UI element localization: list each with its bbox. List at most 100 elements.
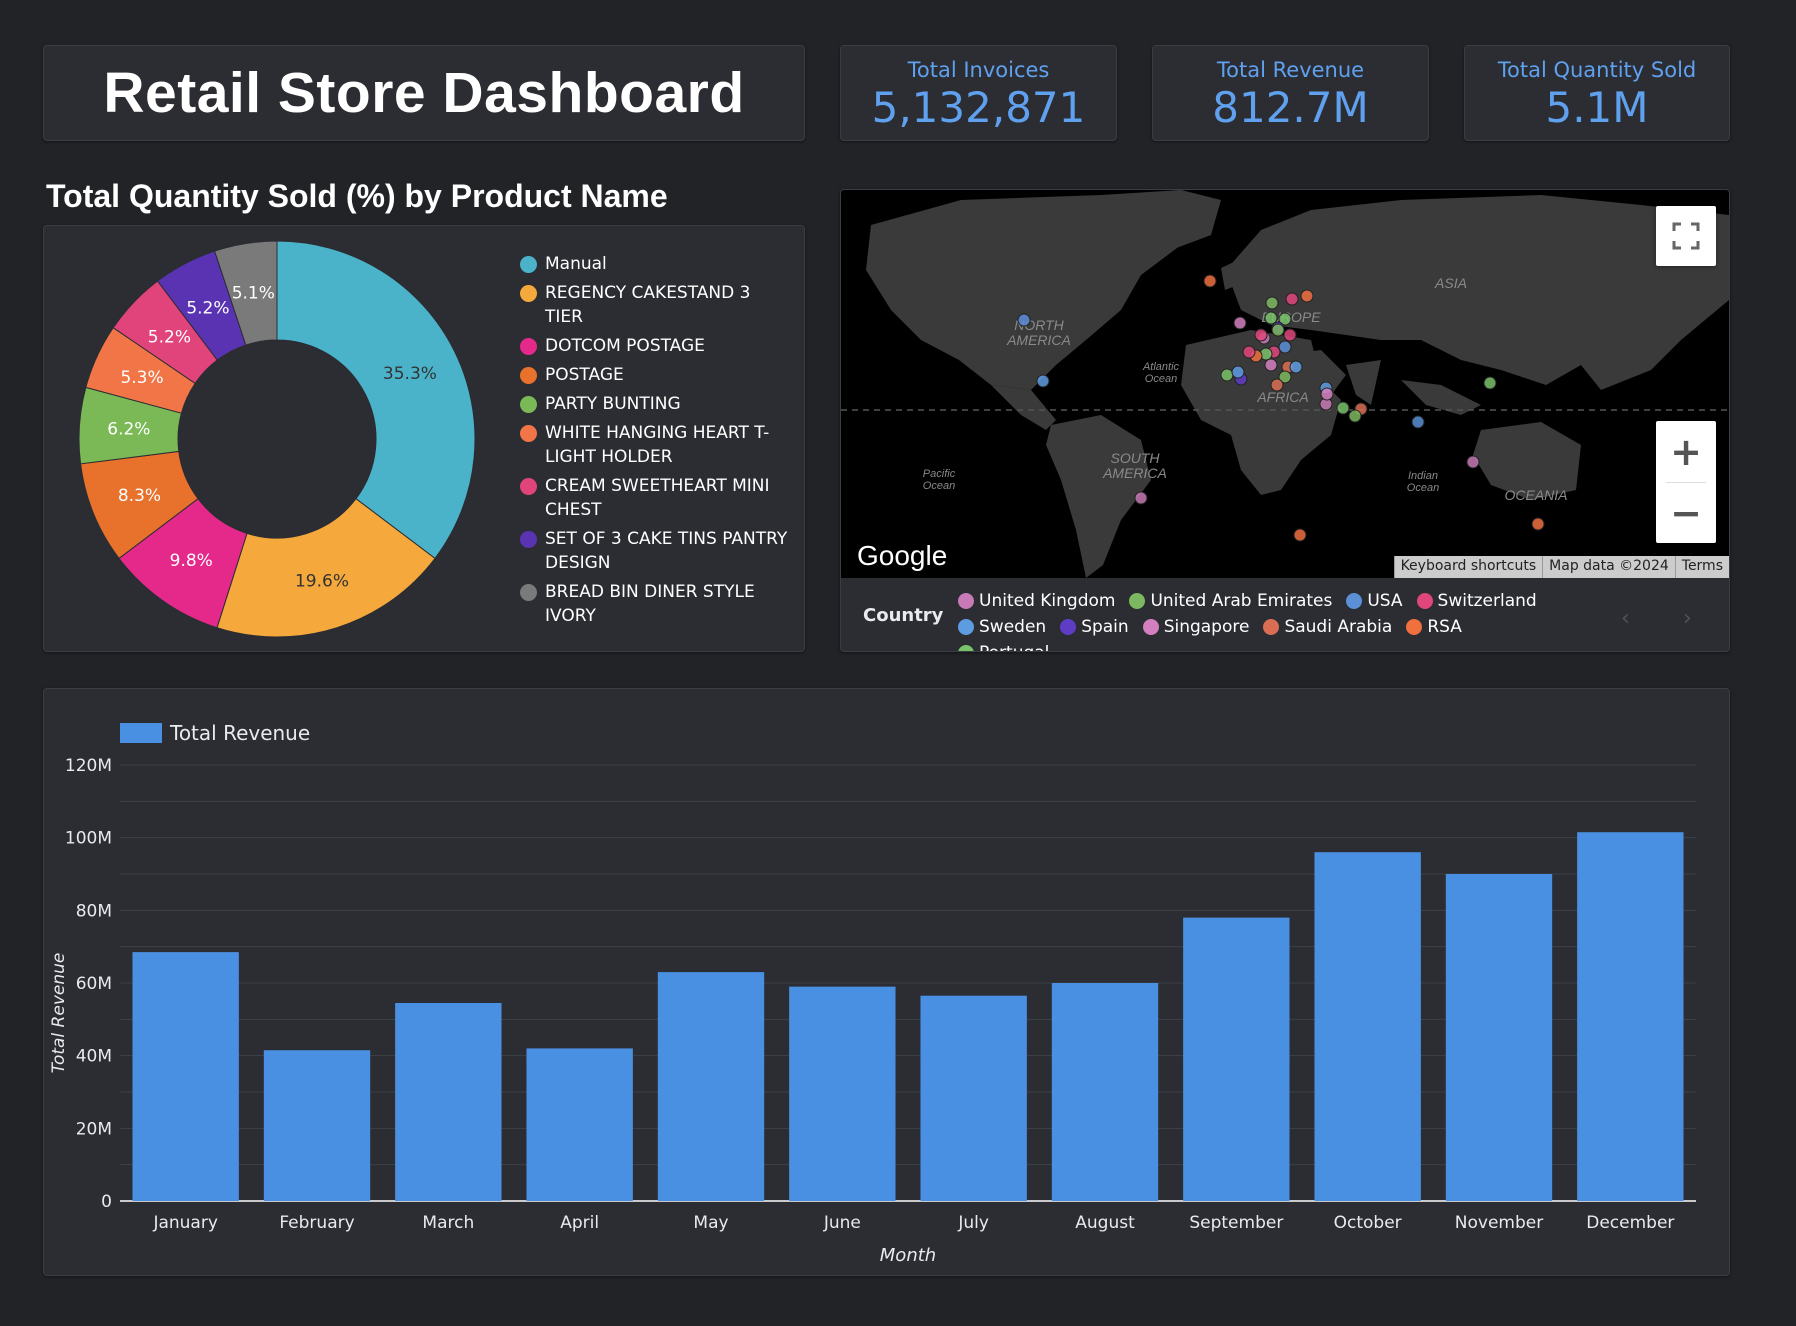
- country-legend-item[interactable]: United Arab Emirates: [1129, 588, 1332, 614]
- fullscreen-button[interactable]: [1656, 206, 1716, 266]
- bar[interactable]: [1445, 874, 1553, 1201]
- pie-legend-item[interactable]: POSTAGE: [520, 363, 790, 387]
- bar[interactable]: [657, 972, 765, 1201]
- pie-legend-item[interactable]: SET OF 3 CAKE TINS PANTRY DESIGN: [520, 527, 790, 575]
- country-legend-item[interactable]: United Kingdom: [958, 588, 1115, 614]
- map-marker[interactable]: [1285, 292, 1299, 306]
- map-marker[interactable]: [1483, 376, 1497, 390]
- legend-swatch: [1346, 593, 1363, 609]
- map-marker[interactable]: [1220, 368, 1234, 382]
- map-marker[interactable]: [1283, 328, 1297, 342]
- map-marker[interactable]: [1017, 313, 1031, 327]
- zoom-control: + −: [1656, 421, 1716, 543]
- bar[interactable]: [526, 1048, 633, 1201]
- zoom-in-button[interactable]: +: [1656, 422, 1716, 482]
- pie-legend-item[interactable]: BREAD BIN DINER STYLE IVORY: [520, 580, 790, 628]
- pie-slice-label: 5.3%: [120, 368, 163, 388]
- map-marker[interactable]: [1233, 316, 1247, 330]
- kpi-label: Total Quantity Sold: [1497, 58, 1697, 82]
- y-tick-label: 60M: [76, 974, 112, 994]
- country-name: Spain: [1081, 617, 1129, 637]
- bar[interactable]: [263, 1050, 371, 1201]
- kpi-value: 5,132,871: [871, 83, 1086, 132]
- world-map[interactable]: NORTHAMERICAASIAEUROPEAFRICASOUTHAMERICA…: [841, 190, 1729, 578]
- map-marker[interactable]: [1411, 415, 1425, 429]
- map-marker[interactable]: [1134, 491, 1148, 505]
- x-tick-label: April: [560, 1213, 599, 1233]
- country-name: Portugal: [979, 643, 1049, 651]
- bar[interactable]: [1577, 832, 1684, 1201]
- map-marker[interactable]: [1271, 323, 1285, 337]
- country-legend-item[interactable]: Sweden: [958, 614, 1046, 640]
- pie-slice[interactable]: [276, 240, 476, 560]
- kpi-total-quantity: Total Quantity Sold 5.1M: [1464, 45, 1730, 141]
- map-marker[interactable]: [1254, 328, 1268, 342]
- bar[interactable]: [395, 1002, 502, 1201]
- country-legend-item[interactable]: USA: [1346, 588, 1403, 614]
- map-marker[interactable]: [1348, 409, 1362, 423]
- country-legend-item[interactable]: Singapore: [1142, 614, 1249, 640]
- geo-map[interactable]: NORTHAMERICAASIAEUROPEAFRICASOUTHAMERICA…: [841, 190, 1729, 578]
- country-legend-item[interactable]: Spain: [1060, 614, 1129, 640]
- pie-legend: Manual REGENCY CAKESTAND 3 TIER DOTCOM POS…: [520, 252, 790, 633]
- bar[interactable]: [1183, 917, 1290, 1201]
- terms-link[interactable]: Terms: [1674, 556, 1729, 578]
- y-tick-label: 120M: [65, 756, 112, 776]
- map-marker[interactable]: [1336, 401, 1350, 415]
- country-legend-item[interactable]: Portugal: [958, 640, 1049, 651]
- map-marker[interactable]: [1300, 289, 1314, 303]
- pie-legend-item[interactable]: CREAM SWEETHEART MINI CHEST: [520, 474, 790, 522]
- y-tick-label: 40M: [76, 1047, 112, 1067]
- country-legend-item[interactable]: RSA: [1406, 614, 1462, 640]
- map-marker[interactable]: [1231, 365, 1245, 379]
- bar[interactable]: [789, 986, 896, 1201]
- map-marker[interactable]: [1289, 360, 1303, 374]
- kpi-value: 5.1M: [1545, 83, 1649, 132]
- keyboard-shortcuts-link[interactable]: Keyboard shortcuts: [1393, 556, 1543, 578]
- y-tick-label: 80M: [76, 901, 112, 921]
- pie-legend-item[interactable]: Manual: [520, 252, 790, 276]
- bar[interactable]: [1314, 852, 1421, 1201]
- map-marker[interactable]: [1293, 528, 1307, 542]
- legend-next-icon[interactable]: ›: [1683, 606, 1692, 631]
- pie-legend-item[interactable]: PARTY BUNTING: [520, 392, 790, 416]
- map-marker[interactable]: [1320, 387, 1334, 401]
- x-tick-label: December: [1586, 1213, 1674, 1233]
- bar[interactable]: [920, 995, 1027, 1201]
- map-marker[interactable]: [1466, 455, 1480, 469]
- legend-prev-icon[interactable]: ‹: [1621, 606, 1630, 631]
- pie-slice-label: 19.6%: [295, 572, 349, 592]
- bar[interactable]: [1051, 983, 1159, 1201]
- country-name: RSA: [1427, 617, 1462, 637]
- map-marker[interactable]: [1242, 345, 1256, 359]
- x-tick-label: July: [957, 1213, 989, 1233]
- x-tick-label: August: [1075, 1213, 1135, 1233]
- ocean-label: Ocean: [1145, 373, 1177, 385]
- map-marker[interactable]: [1278, 340, 1292, 354]
- country-legend-item[interactable]: Switzerland: [1416, 588, 1537, 614]
- x-tick-label: November: [1455, 1213, 1543, 1233]
- zoom-out-button[interactable]: −: [1656, 483, 1716, 543]
- country-legend-items: United Kingdom United Arab Emirates USA Swi…: [958, 588, 1578, 651]
- map-marker[interactable]: [1531, 517, 1545, 531]
- legend-swatch: [520, 425, 537, 442]
- x-tick-label: March: [422, 1213, 474, 1233]
- bar-chart-card: 0 20M 40M 60M 80M 100M 120M January February Marc…: [43, 688, 1730, 1276]
- bar[interactable]: [132, 952, 239, 1201]
- pie-legend-item[interactable]: WHITE HANGING HEART T-LIGHT HOLDER: [520, 421, 790, 469]
- legend-label: WHITE HANGING HEART T-LIGHT HOLDER: [545, 423, 770, 467]
- google-logo: Google: [857, 540, 948, 571]
- pie-legend-item[interactable]: DOTCOM POSTAGE: [520, 334, 790, 358]
- map-marker[interactable]: [1264, 358, 1278, 372]
- map-marker[interactable]: [1265, 296, 1279, 310]
- donut-chart[interactable]: 35.3%19.6%9.8%8.3%6.2%5.3%5.2%5.2%5.1%: [44, 226, 514, 651]
- legend-swatch: [958, 593, 974, 609]
- bar-chart[interactable]: 0 20M 40M 60M 80M 100M 120M January February Marc…: [44, 689, 1729, 1275]
- map-marker[interactable]: [1036, 374, 1050, 388]
- pie-legend-item[interactable]: REGENCY CAKESTAND 3 TIER: [520, 281, 790, 329]
- country-legend-item[interactable]: Saudi Arabia: [1263, 614, 1392, 640]
- legend-label: REGENCY CAKESTAND 3 TIER: [545, 283, 751, 327]
- map-marker[interactable]: [1270, 378, 1284, 392]
- map-marker[interactable]: [1203, 274, 1217, 288]
- legend-swatch: [520, 531, 537, 548]
